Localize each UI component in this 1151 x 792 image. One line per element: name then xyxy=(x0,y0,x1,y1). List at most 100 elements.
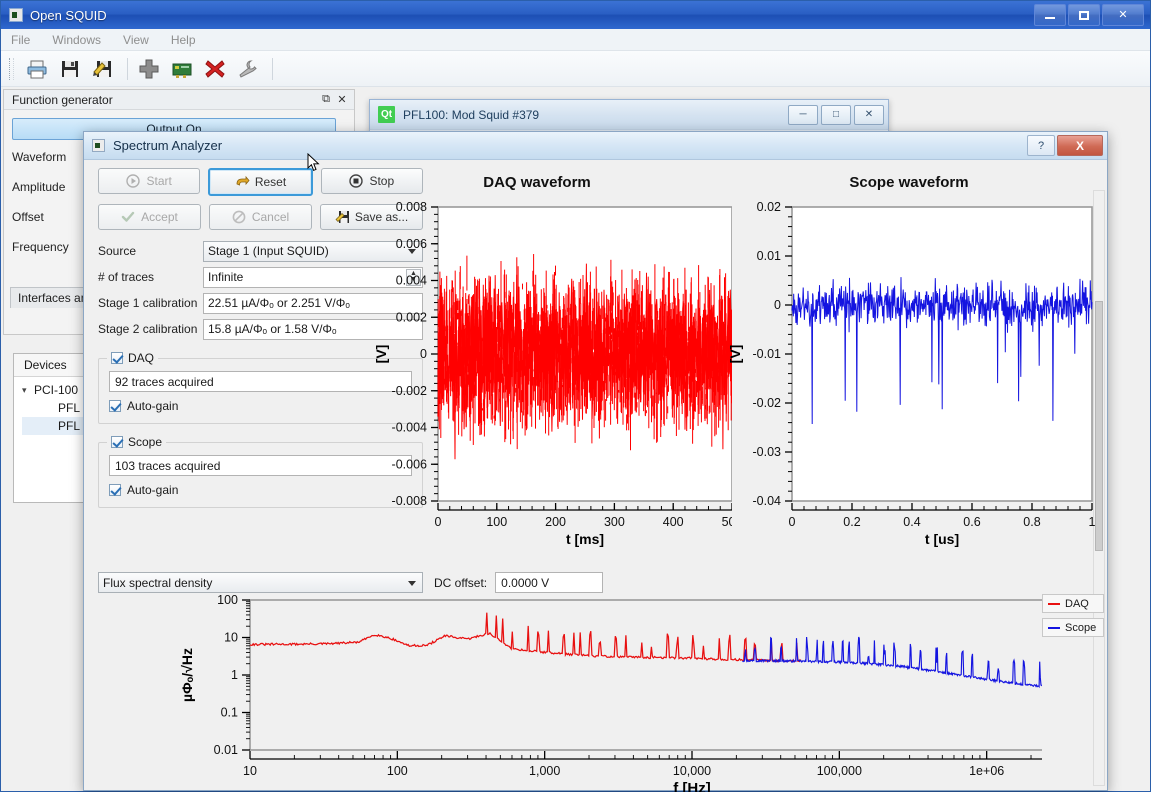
daq-checkbox[interactable] xyxy=(111,352,123,364)
svg-text:100: 100 xyxy=(387,764,408,778)
svg-text:-0.006: -0.006 xyxy=(392,457,427,471)
daq-autogain-checkbox[interactable] xyxy=(109,400,121,412)
svg-text:0: 0 xyxy=(420,347,427,361)
daq-waveform-title: DAQ waveform xyxy=(342,174,732,191)
maximize-button[interactable] xyxy=(1068,4,1100,26)
spectrum-svg: 0.010.1110100101001,00010,000100,0001e+0… xyxy=(92,592,1042,792)
qt-logo-icon: Qt xyxy=(378,106,395,123)
settings-wrench-icon[interactable] xyxy=(233,55,263,83)
menu-item-help[interactable]: Help xyxy=(171,33,196,47)
add-icon[interactable] xyxy=(134,55,164,83)
svg-text:0.006: 0.006 xyxy=(396,237,427,251)
chevron-down-icon xyxy=(408,581,416,586)
svg-text:0: 0 xyxy=(435,515,442,529)
svg-text:100,000: 100,000 xyxy=(817,764,862,778)
svg-text:-0.002: -0.002 xyxy=(392,384,427,398)
daq-autogain-label: Auto-gain xyxy=(127,399,178,413)
scope-group-label: Scope xyxy=(128,435,162,449)
restore-button[interactable]: □ xyxy=(821,105,851,125)
play-icon xyxy=(126,174,140,188)
svg-text:f [Hz]: f [Hz] xyxy=(673,780,711,792)
svg-text:[V]: [V] xyxy=(727,345,743,364)
accept-button[interactable]: Accept xyxy=(98,204,201,230)
device-node-label: PCI-100 xyxy=(34,383,78,397)
svg-text:100: 100 xyxy=(217,593,238,607)
svg-text:10: 10 xyxy=(243,764,257,778)
svg-text:0: 0 xyxy=(774,298,781,312)
scope-waveform-plot: Scope waveform -0.04-0.03-0.02-0.0100.01… xyxy=(714,174,1104,564)
svg-text:300: 300 xyxy=(604,515,625,529)
minimize-button[interactable]: ─ xyxy=(788,105,818,125)
num-traces-value: Infinite xyxy=(208,270,243,284)
svg-text:200: 200 xyxy=(545,515,566,529)
svg-text:0.6: 0.6 xyxy=(963,515,980,529)
accept-button-label: Accept xyxy=(141,210,178,224)
scope-checkbox[interactable] xyxy=(111,436,123,448)
svg-text:1,000: 1,000 xyxy=(529,764,560,778)
close-button[interactable]: ✕ xyxy=(1102,4,1144,26)
device-child-label: PFL xyxy=(58,419,80,433)
app-icon xyxy=(9,8,23,22)
start-button-label: Start xyxy=(146,174,171,188)
menu-item-file[interactable]: File xyxy=(11,33,30,47)
spectrum-analyzer-window: Spectrum Analyzer ? X Sta xyxy=(83,131,1108,791)
reset-button[interactable]: Reset xyxy=(208,168,312,196)
device-child-label: PFL xyxy=(58,401,80,415)
legend-item-scope[interactable]: Scope xyxy=(1042,618,1104,637)
check-icon xyxy=(121,210,135,224)
start-button[interactable]: Start xyxy=(98,168,200,194)
svg-text:t [us]: t [us] xyxy=(925,531,959,547)
legend-label-daq: DAQ xyxy=(1065,598,1089,610)
source-label: Source xyxy=(98,244,203,258)
svg-text:t [ms]: t [ms] xyxy=(566,531,604,547)
svg-text:0.008: 0.008 xyxy=(396,200,427,214)
display-mode-value: Flux spectral density xyxy=(103,576,212,590)
svg-text:0.004: 0.004 xyxy=(396,274,427,288)
app-icon xyxy=(92,139,105,152)
function-generator-title: Function generator xyxy=(12,93,318,107)
svg-text:1e+06: 1e+06 xyxy=(969,764,1004,778)
device-card-icon[interactable] xyxy=(167,55,197,83)
svg-text:-0.008: -0.008 xyxy=(392,494,427,508)
help-button[interactable]: ? xyxy=(1027,135,1055,156)
menu-item-view[interactable]: View xyxy=(123,33,149,47)
svg-text:0.02: 0.02 xyxy=(757,200,781,214)
app-titlebar: Open SQUID ✕ xyxy=(1,1,1150,29)
reset-button-label: Reset xyxy=(255,175,286,189)
scope-waveform-title: Scope waveform xyxy=(714,174,1104,191)
svg-text:-0.01: -0.01 xyxy=(753,347,782,361)
svg-text:10: 10 xyxy=(224,631,238,645)
display-mode-select[interactable]: Flux spectral density xyxy=(98,572,423,593)
chevron-down-icon[interactable]: ▾ xyxy=(22,385,34,396)
svg-text:0.2: 0.2 xyxy=(843,515,860,529)
menu-item-windows[interactable]: Windows xyxy=(52,33,101,47)
close-button[interactable]: X xyxy=(1057,135,1103,156)
toolbar-separator-2 xyxy=(272,58,273,80)
save-icon[interactable] xyxy=(55,55,85,83)
toolbar-grip[interactable] xyxy=(9,58,14,80)
scope-autogain-checkbox[interactable] xyxy=(109,484,121,496)
close-button[interactable]: ✕ xyxy=(854,105,884,125)
close-icon[interactable]: ✕ xyxy=(334,93,350,107)
float-icon[interactable]: ⧉ xyxy=(318,93,334,107)
svg-text:µΦₒ/√Hz: µΦₒ/√Hz xyxy=(179,648,195,702)
save-as-icon[interactable] xyxy=(88,55,118,83)
scope-waveform-svg: -0.04-0.03-0.02-0.0100.010.0200.20.40.60… xyxy=(714,193,1104,563)
dc-offset-input[interactable]: 0.0000 V xyxy=(495,572,603,593)
daq-waveform-svg: -0.008-0.006-0.004-0.00200.0020.0040.006… xyxy=(342,193,732,563)
print-icon[interactable] xyxy=(22,55,52,83)
app-title: Open SQUID xyxy=(30,8,107,23)
function-generator-header: Function generator ⧉ ✕ xyxy=(4,90,354,110)
pfl100-titlebar: Qt PFL100: Mod Squid #379 ─ □ ✕ xyxy=(370,100,888,130)
cancel-button-label: Cancel xyxy=(252,210,289,224)
offset-label: Offset xyxy=(12,210,90,224)
svg-text:0.002: 0.002 xyxy=(396,310,427,324)
minimize-button[interactable] xyxy=(1034,4,1066,26)
legend-item-daq[interactable]: DAQ xyxy=(1042,594,1104,613)
delete-icon[interactable] xyxy=(200,55,230,83)
legend-swatch-daq xyxy=(1048,603,1060,605)
dc-offset-label: DC offset: xyxy=(434,576,487,590)
svg-text:0.01: 0.01 xyxy=(757,249,781,263)
cancel-button[interactable]: Cancel xyxy=(209,204,312,230)
daq-group-title: DAQ xyxy=(107,351,158,365)
